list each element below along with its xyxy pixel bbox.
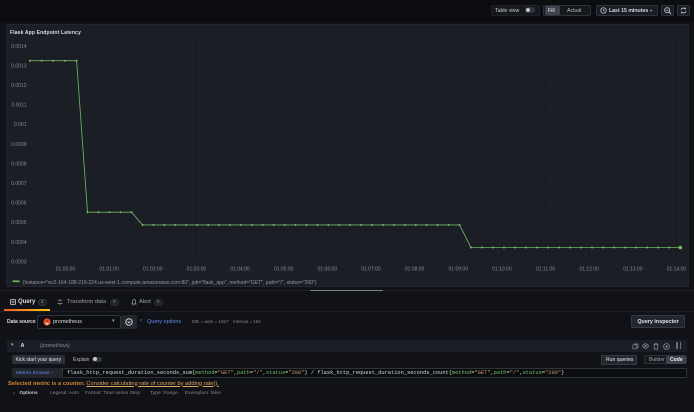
- svg-text:01:08:00: 01:08:00: [404, 267, 424, 273]
- svg-text:0.0007: 0.0007: [11, 181, 27, 187]
- svg-text:0.0005: 0.0005: [11, 220, 27, 226]
- svg-text:01:12:00: 01:12:00: [579, 267, 599, 273]
- svg-text:0.0013: 0.0013: [11, 63, 27, 69]
- svg-text:0.0011: 0.0011: [11, 103, 26, 109]
- svg-text:01:04:00: 01:04:00: [230, 267, 250, 273]
- svg-text:01:05:00: 01:05:00: [273, 267, 293, 273]
- svg-text:01:02:00: 01:02:00: [143, 267, 163, 273]
- svg-text:0.0012: 0.0012: [11, 83, 27, 89]
- svg-text:01:14:00: 01:14:00: [666, 267, 686, 273]
- svg-text:0.001: 0.001: [13, 122, 26, 128]
- svg-text:0.0004: 0.0004: [11, 240, 27, 246]
- svg-text:0.0009: 0.0009: [11, 142, 27, 148]
- svg-text:01:11:00: 01:11:00: [535, 267, 554, 273]
- svg-text:01:09:00: 01:09:00: [448, 267, 468, 273]
- svg-text:0.0014: 0.0014: [11, 44, 27, 50]
- svg-text:01:03:00: 01:03:00: [186, 267, 206, 273]
- svg-text:01:01:00: 01:01:00: [99, 267, 119, 273]
- svg-text:0.0006: 0.0006: [11, 201, 27, 207]
- svg-text:0.0008: 0.0008: [11, 161, 27, 167]
- svg-text:{instance="ec2-164-188-216-224: {instance="ec2-164-188-216-224.us-west-1…: [23, 280, 317, 286]
- svg-text:01:00:00: 01:00:00: [55, 267, 75, 273]
- svg-text:01:06:00: 01:06:00: [317, 267, 337, 273]
- svg-text:01:10:00: 01:10:00: [492, 267, 512, 273]
- svg-text:01:13:00: 01:13:00: [623, 267, 643, 273]
- svg-text:01:07:00: 01:07:00: [361, 267, 381, 273]
- svg-text:0.0003: 0.0003: [11, 259, 27, 265]
